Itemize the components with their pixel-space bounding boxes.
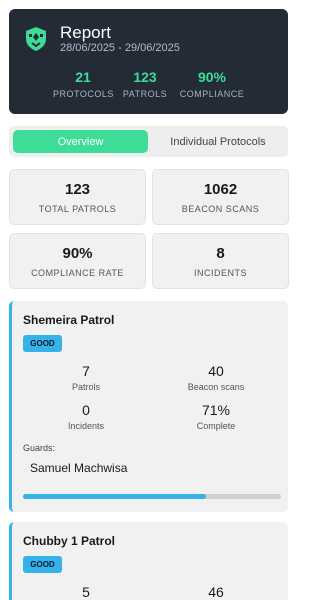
patrol-card[interactable]: Chubby 1 Patrol GOOD 5 46 xyxy=(9,522,288,600)
patrol-stat-incidents: 0 Incidents xyxy=(26,402,146,431)
header-stat-label: PATROLS xyxy=(122,89,168,99)
completion-progress-fill xyxy=(23,494,207,499)
patrol-stat-label: Complete xyxy=(196,421,236,431)
patrol-name: Chubby 1 Patrol xyxy=(23,534,116,548)
header-stat-value: 90% xyxy=(197,69,227,85)
guard-name: Samuel Machwisa xyxy=(30,461,128,475)
patrol-card[interactable]: Shemeira Patrol GOOD 7 Patrols 40 Beacon… xyxy=(9,301,288,512)
summary-card-incidents: 8 INCIDENTS xyxy=(152,233,289,289)
summary-value: 123 xyxy=(64,181,91,198)
patrol-stat-value: 0 xyxy=(82,402,90,418)
report-header: Report 28/06/2025 - 29/06/2025 21 PROTOC… xyxy=(9,9,288,114)
patrol-stat-patrols: 7 Patrols xyxy=(26,363,146,392)
header-stat-label: PROTOCOLS xyxy=(53,89,114,99)
patrol-name: Shemeira Patrol xyxy=(23,313,115,327)
completion-progress-bar xyxy=(23,494,281,499)
patrol-stat-patrols: 5 xyxy=(26,584,146,600)
patrol-stat-value: 40 xyxy=(208,363,224,379)
view-tabs: Overview Individual Protocols xyxy=(9,126,288,157)
header-stat-value: 123 xyxy=(133,69,157,85)
patrol-stat-beacon-scans: 46 xyxy=(156,584,276,600)
header-stat-protocols: 21 PROTOCOLS xyxy=(53,69,113,99)
shield-icon xyxy=(26,27,46,51)
tab-individual-protocols[interactable]: Individual Protocols xyxy=(152,130,284,153)
patrol-stat-value: 5 xyxy=(82,584,90,600)
header-stat-compliance: 90% COMPLIANCE xyxy=(177,69,247,99)
status-badge: GOOD xyxy=(23,556,62,573)
summary-label: COMPLIANCE RATE xyxy=(31,268,124,278)
header-stat-value: 21 xyxy=(75,69,91,85)
date-range: 28/06/2025 - 29/06/2025 xyxy=(60,42,180,54)
summary-value: 8 xyxy=(216,245,225,262)
summary-card-total-patrols: 123 TOTAL PATROLS xyxy=(9,169,146,225)
header-stat-label: COMPLIANCE xyxy=(179,89,245,99)
summary-label: BEACON SCANS xyxy=(181,204,260,214)
patrol-stat-label: Patrols xyxy=(71,382,100,392)
patrol-stat-value: 46 xyxy=(208,584,224,600)
status-badge: GOOD xyxy=(23,335,62,352)
summary-value: 1062 xyxy=(203,181,238,198)
summary-value: 90% xyxy=(62,245,93,262)
summary-label: TOTAL PATROLS xyxy=(38,204,117,214)
report-title: Report xyxy=(60,23,112,42)
patrol-stat-label: Incidents xyxy=(67,421,105,431)
guards-label: Guards: xyxy=(23,443,56,453)
patrol-stat-label: Beacon scans xyxy=(187,382,245,392)
header-stat-patrols: 123 PATROLS xyxy=(119,69,171,99)
tab-overview[interactable]: Overview xyxy=(13,130,148,153)
summary-label: INCIDENTS xyxy=(193,268,247,278)
summary-card-compliance-rate: 90% COMPLIANCE RATE xyxy=(9,233,146,289)
patrol-stat-complete: 71% Complete xyxy=(156,402,276,431)
summary-card-beacon-scans: 1062 BEACON SCANS xyxy=(152,169,289,225)
patrol-stat-beacon-scans: 40 Beacon scans xyxy=(156,363,276,392)
patrol-stat-value: 7 xyxy=(82,363,90,379)
patrol-stat-value: 71% xyxy=(201,402,231,418)
